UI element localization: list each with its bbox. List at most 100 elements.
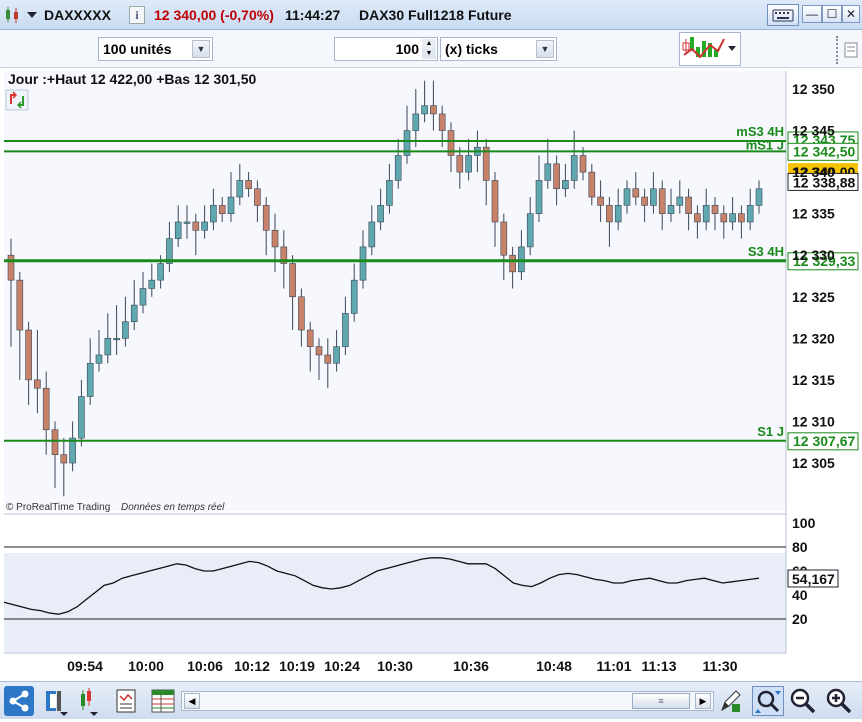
orderbook-button[interactable] — [112, 686, 142, 716]
units-select[interactable]: 100 unités ▼ — [98, 37, 213, 61]
time-tick-label: 11:30 — [702, 658, 737, 674]
ticks-unit-select[interactable]: (x) ticks ▼ — [440, 37, 557, 61]
price-tick-label: 12 320 — [792, 330, 835, 346]
candle-body — [579, 155, 587, 173]
zoom-out-button[interactable] — [788, 686, 818, 716]
candle-body — [438, 113, 446, 131]
candle-body — [298, 296, 305, 331]
minimize-button[interactable]: — — [802, 5, 822, 23]
horizontal-scrollbar[interactable]: ◀ ≡ ▶ — [181, 691, 714, 711]
brand-watermark: © ProRealTime Trading — [6, 502, 110, 513]
clock-time: 11:44:27 — [285, 7, 341, 23]
ticks-unit-chevron-down-icon[interactable]: ▼ — [536, 40, 554, 58]
ticks-stepper[interactable]: ▲ ▼ — [422, 39, 436, 59]
level-name: S1 J — [757, 424, 784, 439]
candle-body — [86, 362, 94, 397]
zoom-out-icon — [790, 688, 816, 714]
candlestick-icon — [6, 7, 18, 23]
time-tick-label: 10:06 — [187, 658, 223, 674]
oscillator-tick-label: 100 — [792, 515, 816, 531]
price-tick-label: 12 330 — [792, 247, 835, 263]
scroll-thumb[interactable]: ≡ — [632, 693, 690, 709]
candle-body — [271, 229, 279, 248]
indicators-icon — [81, 688, 98, 716]
chart-type-button[interactable] — [679, 32, 741, 66]
time-tick-label: 10:30 — [377, 658, 413, 674]
price-change: 12 340,00 (-0,70%) — [154, 7, 274, 23]
candle-body — [148, 279, 156, 289]
day-high-low-text: Jour :+Haut 12 422,00 +Bas 12 301,50 — [8, 71, 256, 87]
candle-body — [78, 396, 85, 439]
indicators-button[interactable] — [76, 686, 106, 716]
candle-body — [368, 221, 376, 248]
candle-body — [174, 221, 182, 239]
candle-body — [157, 263, 164, 281]
toolbar-more-icon[interactable] — [844, 42, 858, 58]
scroll-left-icon[interactable]: ◀ — [184, 693, 200, 709]
units-chevron-down-icon[interactable]: ▼ — [192, 40, 210, 58]
layout-button[interactable] — [40, 686, 70, 716]
stepper-up-icon[interactable]: ▲ — [422, 39, 436, 49]
time-tick-label: 10:36 — [453, 658, 489, 674]
candle-body — [702, 205, 710, 223]
keyboard-icon — [772, 9, 794, 22]
keyboard-button[interactable] — [767, 4, 799, 26]
candle-body — [25, 329, 32, 381]
price-tick-label: 12 340 — [792, 164, 835, 180]
share-icon — [9, 690, 29, 712]
level-value: 12 307,67 — [793, 433, 855, 449]
dropdown-arrow-icon[interactable] — [26, 10, 38, 20]
refresh-button[interactable] — [5, 89, 29, 111]
candle-body — [218, 205, 226, 214]
price-chart[interactable]: mS3 4H12 343,75mS1 J 12 342,50S3 4H12 329… — [0, 68, 862, 681]
candle-body — [394, 155, 402, 181]
candle-body — [553, 163, 560, 190]
close-button[interactable]: ✕ — [842, 5, 860, 23]
bottom-toolbar: ◀ ≡ ▶ — [0, 681, 862, 719]
candle-body — [350, 279, 358, 314]
candle-body — [34, 379, 41, 389]
maximize-button[interactable]: ☐ — [822, 5, 842, 23]
zoom-box-button[interactable] — [752, 686, 784, 716]
candle-body — [720, 213, 728, 223]
candle-body — [597, 196, 604, 206]
candle-body — [588, 171, 596, 198]
stepper-down-icon[interactable]: ▼ — [422, 49, 436, 59]
oscillator-value: 54,167 — [792, 571, 835, 587]
time-tick-label: 10:12 — [234, 658, 270, 674]
scroll-right-icon[interactable]: ▶ — [695, 693, 711, 709]
candle-body — [289, 263, 296, 298]
oscillator-tick-label: 80 — [792, 539, 808, 555]
symbol-name[interactable]: DAXXXXX — [44, 7, 111, 23]
candle-body — [210, 205, 217, 223]
time-tick-label: 09:54 — [67, 658, 103, 674]
drawing-tool-button[interactable] — [716, 686, 744, 716]
candle-body — [104, 338, 112, 356]
share-button[interactable] — [4, 686, 34, 716]
oscillator-tick-label: 40 — [792, 587, 808, 603]
price-tick-label: 12 310 — [792, 413, 835, 429]
order-toolbar: 100 unités ▼ 100 ▲ ▼ (x) ticks ▼ — [0, 30, 862, 68]
ticks-input[interactable]: 100 ▲ ▼ — [334, 37, 438, 61]
chart-type-icon — [682, 37, 736, 59]
realtime-label: Données en temps réel — [121, 502, 225, 513]
candle-body — [491, 180, 499, 223]
candle-body — [183, 221, 191, 224]
candle-body — [359, 246, 367, 281]
candle-body — [262, 205, 270, 231]
zoom-in-button[interactable] — [824, 686, 854, 716]
table-button[interactable] — [148, 686, 178, 716]
candle-body — [755, 188, 763, 206]
time-tick-label: 11:13 — [641, 658, 676, 674]
info-icon[interactable]: i — [129, 6, 145, 24]
candle-body — [430, 105, 437, 115]
candle-body — [667, 205, 675, 214]
candle-body — [315, 346, 323, 356]
toolbar-grip[interactable] — [836, 36, 844, 64]
candle-body — [535, 180, 543, 214]
zoom-box-icon — [755, 690, 781, 713]
title-bar: DAXXXXX i 12 340,00 (-0,70%) 11:44:27 DA… — [0, 0, 862, 30]
candle-body — [306, 329, 314, 347]
candle-body — [60, 454, 68, 464]
candle-body — [544, 163, 552, 181]
